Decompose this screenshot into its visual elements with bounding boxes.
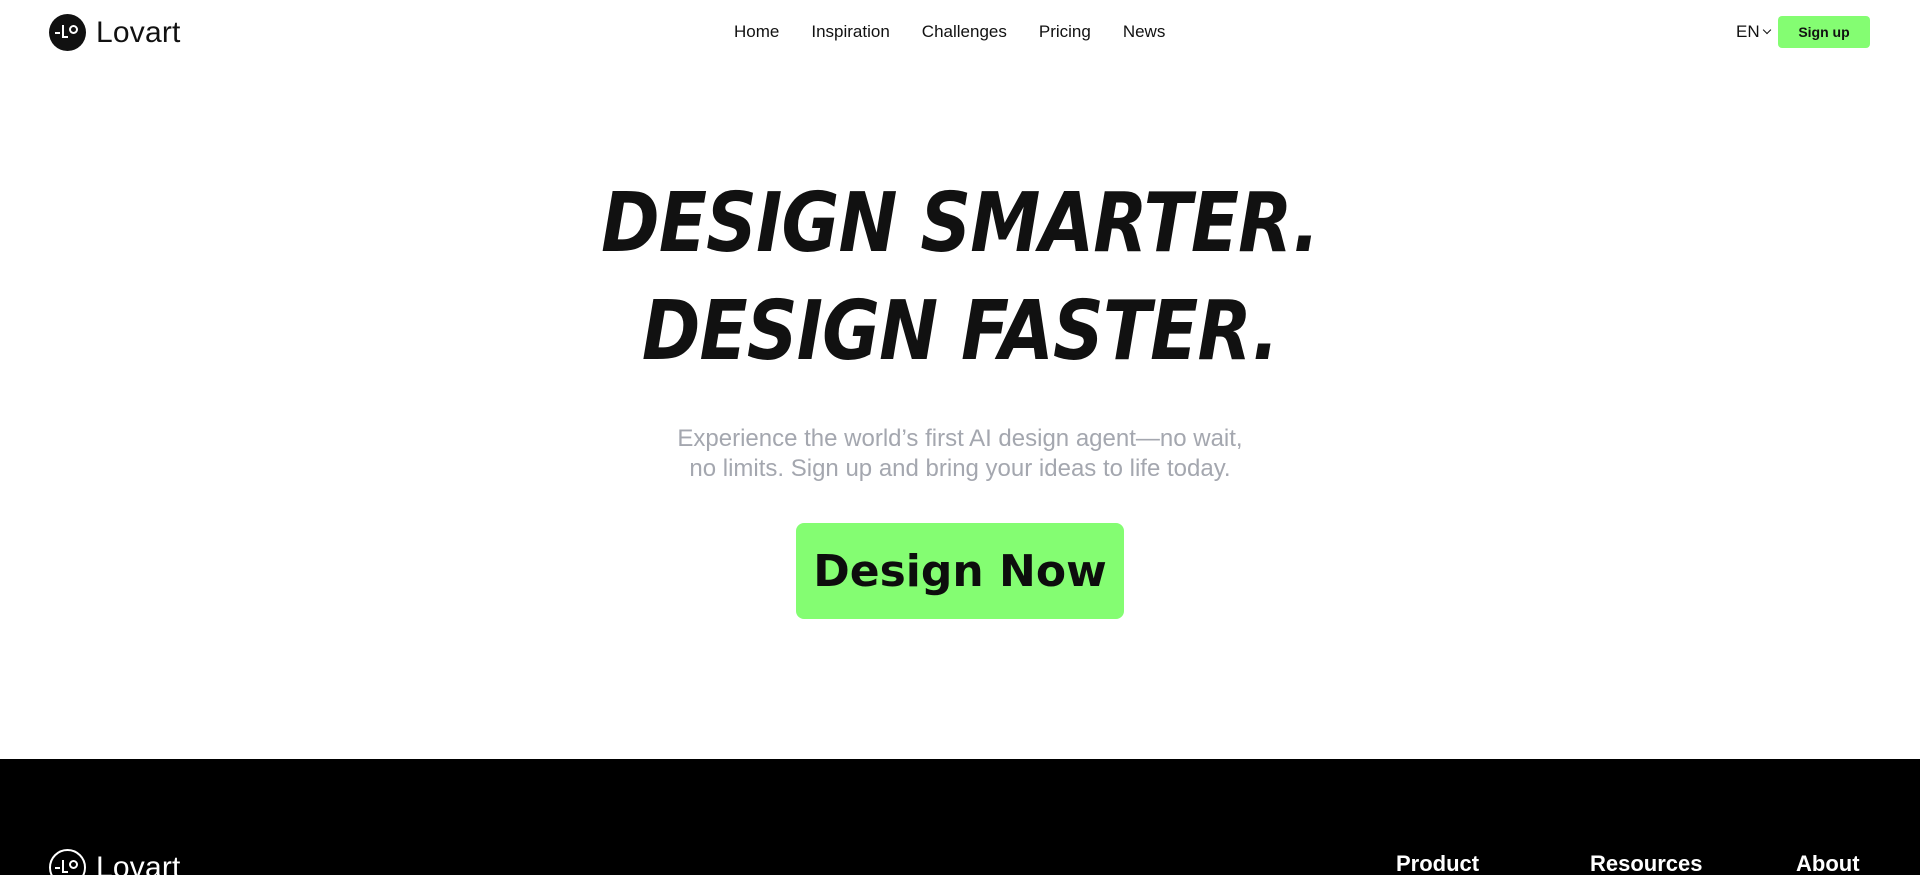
site-header: Lovart Home Inspiration Challenges Prici… — [0, 0, 1920, 64]
hero-title-line1: DESIGN SMARTER. — [601, 176, 1320, 271]
nav-home[interactable]: Home — [734, 22, 779, 42]
footer-logo[interactable]: Lovart — [49, 849, 181, 875]
hero-title-line2: DESIGN FASTER. — [641, 284, 1279, 379]
nav-inspiration[interactable]: Inspiration — [811, 22, 889, 42]
lovart-logo-icon — [49, 14, 86, 51]
hero-subtitle: Experience the world’s first AI design a… — [0, 424, 1920, 484]
brand-name: Lovart — [96, 15, 181, 49]
brand-logo[interactable]: Lovart — [49, 14, 181, 51]
nav-news[interactable]: News — [1123, 22, 1166, 42]
site-footer: Lovart Product Resources About — [0, 759, 1920, 875]
footer-heading-about: About — [1796, 851, 1860, 875]
signup-button[interactable]: Sign up — [1778, 16, 1870, 48]
language-selector[interactable]: EN — [1736, 20, 1771, 44]
footer-brand-name: Lovart — [96, 850, 181, 875]
hero-subtitle-line2: no limits. Sign up and bring your ideas … — [689, 455, 1231, 482]
language-label: EN — [1736, 22, 1760, 41]
lovart-logo-icon — [49, 849, 86, 875]
chevron-down-icon — [1762, 25, 1771, 35]
footer-heading-resources: Resources — [1590, 851, 1703, 875]
design-now-button[interactable]: Design Now — [796, 523, 1124, 619]
nav-challenges[interactable]: Challenges — [922, 22, 1007, 42]
nav-pricing[interactable]: Pricing — [1039, 22, 1091, 42]
footer-heading-product: Product — [1396, 851, 1480, 875]
hero-subtitle-line1: Experience the world’s first AI design a… — [677, 425, 1243, 452]
main-nav: Home Inspiration Challenges Pricing News — [734, 20, 1165, 44]
